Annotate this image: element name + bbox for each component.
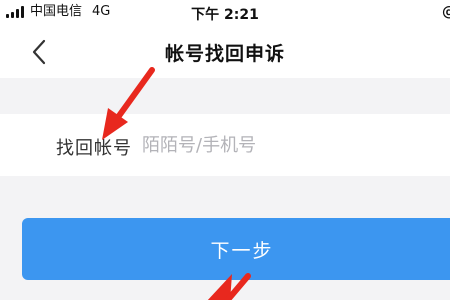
status-time: 下午 2:21 xyxy=(191,7,259,23)
status-right-icon: @ xyxy=(442,4,450,20)
status-bar: 中国电信 4G 下午 2:21 @ xyxy=(0,0,450,26)
page-title: 帐号找回申诉 xyxy=(164,43,285,65)
section-spacer xyxy=(0,78,450,114)
account-label: 找回帐号 xyxy=(56,138,132,159)
next-button[interactable]: 下一步 xyxy=(22,218,450,280)
nav-bar: 帐号找回申诉 xyxy=(0,26,450,78)
account-input[interactable] xyxy=(142,130,422,160)
next-button-label: 下一步 xyxy=(210,239,274,262)
account-input-row: 找回帐号 xyxy=(0,114,450,176)
app-screen: 中国电信 4G 下午 2:21 @ 帐号找回申诉 找回帐号 下一步 xyxy=(0,0,450,300)
